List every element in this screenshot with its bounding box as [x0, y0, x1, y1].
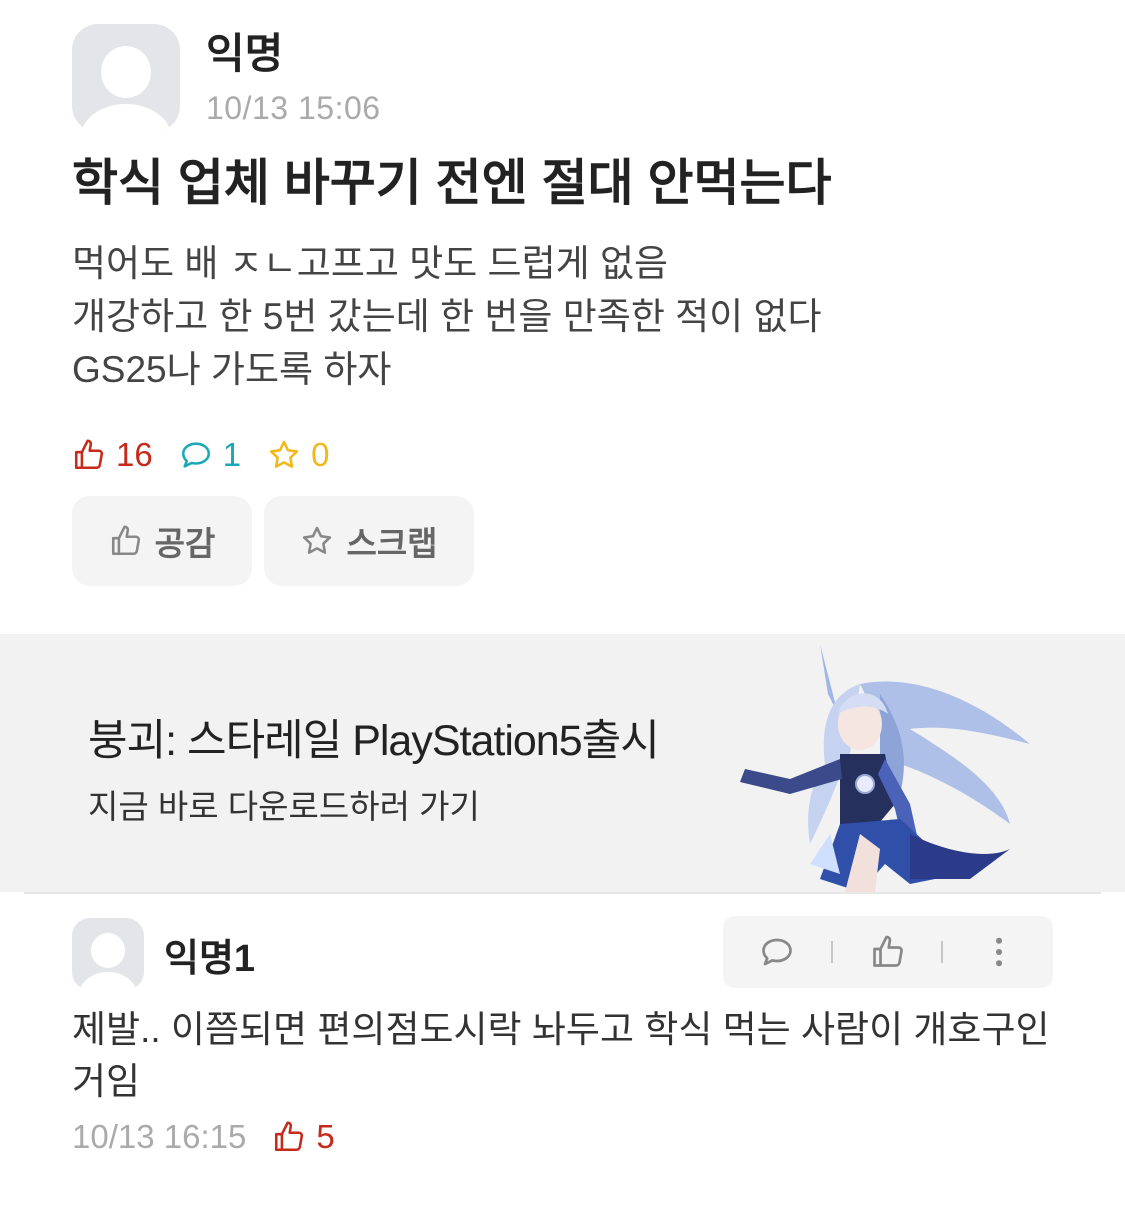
thumbs-up-icon: [873, 935, 903, 967]
comment-count: 1: [179, 436, 241, 474]
thumbs-up-icon: [74, 439, 104, 470]
more-vertical-icon: [996, 937, 1002, 967]
ad-title: 붕괴: 스타레일 PlayStation5출시: [88, 717, 660, 765]
scrap-count: 0: [267, 436, 329, 474]
section-divider: [24, 892, 1101, 894]
post-meta: 익명 10/13 15:06: [206, 24, 381, 127]
post-body-line: 먹어도 배 ㅈㄴ고프고 맛도 드럽게 없음: [72, 243, 669, 284]
like-count: 16: [72, 436, 153, 474]
comment-footer: 10/13 16:15 5: [72, 1118, 335, 1156]
like-button-label: 공감: [154, 525, 216, 562]
scrap-button[interactable]: 스크랩: [264, 496, 474, 586]
thumbs-up-icon: [275, 1121, 304, 1152]
comment-author: 익명1: [164, 937, 256, 980]
post-title: 학식 업체 바꾸기 전엔 절대 안먹는다: [72, 155, 832, 211]
post-body-line: GS25나 가도록 하자: [72, 349, 392, 390]
like-button[interactable]: 공감: [72, 496, 252, 586]
comment-like-count: 5: [272, 1118, 335, 1156]
post-stats: 16 1 0: [72, 436, 355, 474]
comment-text: 제발.. 이쯤되면 편의점도시락 놔두고 학식 먹는 사람이 개호구인거임: [72, 1009, 1050, 1102]
star-icon: [269, 440, 299, 468]
post-body-line: 개강하고 한 5번 갔는데 한 번을 만족한 적이 없다: [72, 296, 822, 337]
post-author: 익명: [206, 30, 284, 77]
star-icon: [303, 526, 332, 554]
scrap-button-label: 스크랩: [346, 525, 438, 562]
comment-count-value: 1: [222, 436, 242, 473]
post-time: 10/13 15:06: [206, 90, 381, 126]
post-header: 익명 10/13 15:06: [72, 24, 381, 132]
comment-time: 10/13 16:15: [72, 1118, 247, 1155]
like-count-value: 16: [116, 436, 153, 473]
comment-avatar: [72, 918, 144, 990]
comment-like-button[interactable]: [870, 934, 906, 970]
thumbs-up-icon: [111, 525, 140, 556]
post-page: 익명 10/13 15:06 학식 업체 바꾸기 전엔 절대 안먹는다 먹어도 …: [0, 0, 1125, 1215]
reply-button[interactable]: [759, 934, 795, 970]
action-separator: [941, 941, 943, 963]
post-body: 먹어도 배 ㅈㄴ고프고 맛도 드럽게 없음 개강하고 한 5번 갔는데 한 번을…: [72, 237, 822, 396]
action-separator: [831, 941, 833, 963]
author-avatar: [72, 24, 180, 132]
ad-character-illustration: [740, 644, 1030, 892]
ad-banner[interactable]: 붕괴: 스타레일 PlayStation5출시 지금 바로 다운로드하러 가기: [0, 634, 1125, 892]
comment-action-bar: [723, 916, 1053, 988]
comment-bubble-icon: [181, 442, 210, 468]
more-options-button[interactable]: [981, 934, 1017, 970]
comment-header: 익명1: [72, 918, 255, 990]
scrap-count-value: 0: [311, 436, 330, 473]
ad-subtitle: 지금 바로 다운로드하러 가기: [88, 788, 480, 825]
comment-like-value: 5: [316, 1118, 335, 1155]
comment-bubble-icon: [762, 938, 792, 966]
